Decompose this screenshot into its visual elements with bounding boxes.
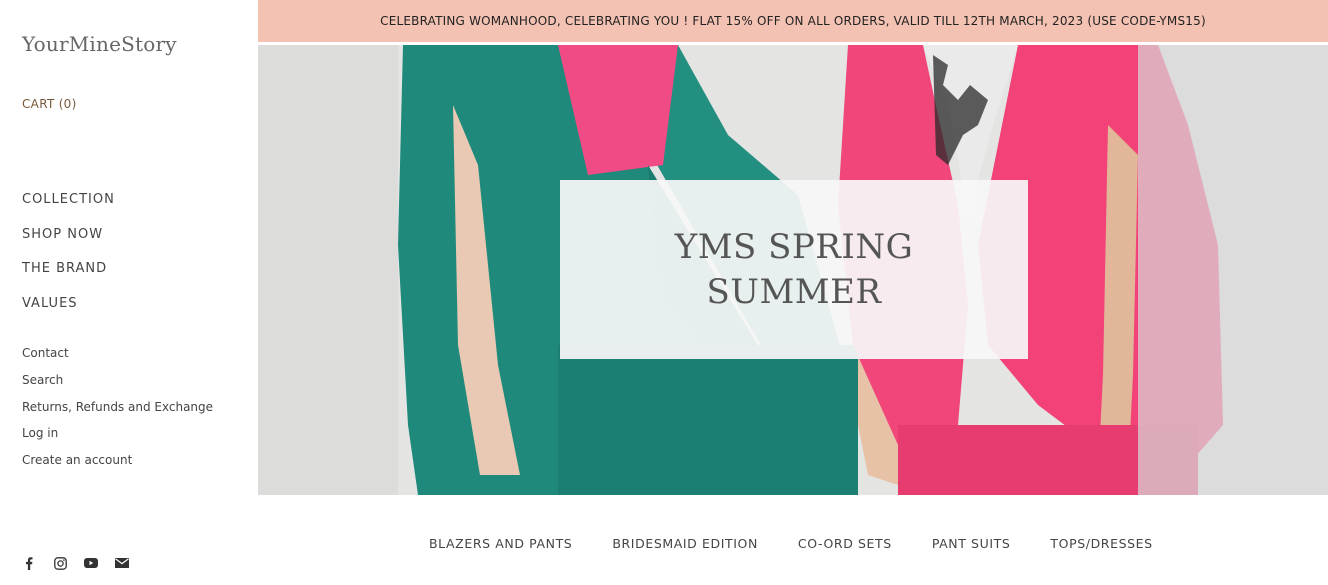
instagram-icon[interactable]: [53, 556, 67, 570]
nav-create-account[interactable]: Create an account: [22, 453, 132, 467]
nav-the-brand[interactable]: THE BRAND: [22, 261, 107, 276]
facebook-icon[interactable]: [22, 556, 36, 570]
cart-link[interactable]: CART (0): [22, 97, 77, 111]
announcement-text: CELEBRATING WOMANHOOD, CELEBRATING YOU !…: [380, 14, 1206, 28]
nav-collection[interactable]: COLLECTION: [22, 192, 115, 207]
nav-values[interactable]: VALUES: [22, 296, 78, 311]
category-tops-dresses[interactable]: TOPS/DRESSES: [1050, 536, 1152, 551]
hero-banner[interactable]: YMS SPRING SUMMER: [258, 45, 1328, 495]
category-co-ord-sets[interactable]: CO-ORD SETS: [798, 536, 892, 551]
nav-returns-refunds-exchange[interactable]: Returns, Refunds and Exchange: [22, 400, 213, 414]
main-nav: COLLECTION SHOP NOW THE BRAND VALUES: [22, 188, 115, 326]
site-logo[interactable]: YourMineStory: [22, 32, 177, 56]
hero-title: YMS SPRING SUMMER: [674, 226, 914, 312]
category-pant-suits[interactable]: PANT SUITS: [932, 536, 1011, 551]
nav-search[interactable]: Search: [22, 373, 63, 387]
secondary-nav: Contact Search Returns, Refunds and Exch…: [22, 346, 222, 480]
nav-log-in[interactable]: Log in: [22, 426, 58, 440]
hero-title-card[interactable]: YMS SPRING SUMMER: [560, 180, 1028, 359]
category-bridesmaid-edition[interactable]: BRIDESMAID EDITION: [612, 536, 758, 551]
sidebar: YourMineStory CART (0) COLLECTION SHOP N…: [0, 0, 258, 585]
social-links: [22, 556, 129, 570]
announcement-bar: CELEBRATING WOMANHOOD, CELEBRATING YOU !…: [258, 0, 1328, 42]
category-nav: BLAZERS AND PANTS BRIDESMAID EDITION CO-…: [409, 533, 1153, 552]
category-blazers-and-pants[interactable]: BLAZERS AND PANTS: [429, 536, 572, 551]
nav-contact[interactable]: Contact: [22, 346, 69, 360]
nav-shop-now[interactable]: SHOP NOW: [22, 227, 103, 242]
email-icon[interactable]: [115, 556, 129, 570]
youtube-icon[interactable]: [84, 556, 98, 570]
